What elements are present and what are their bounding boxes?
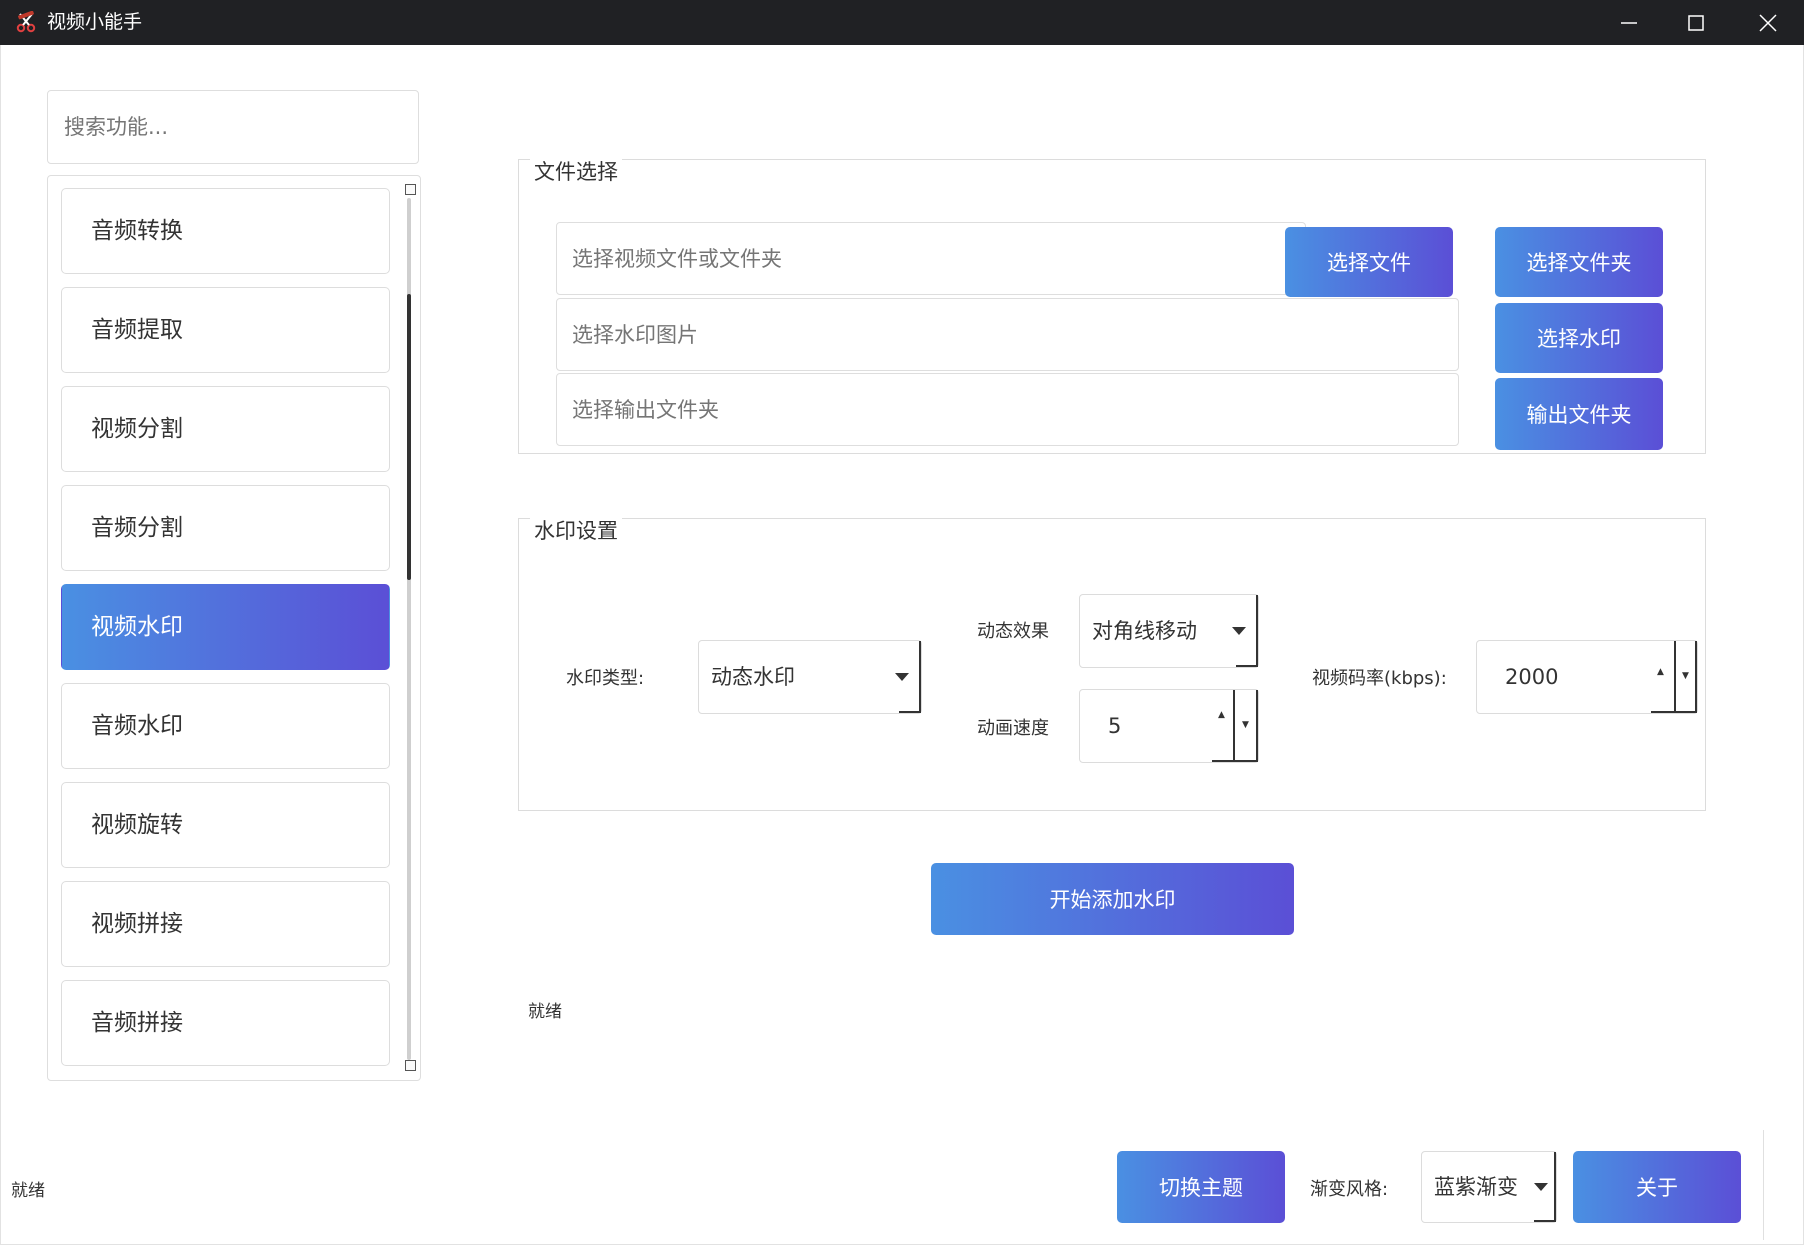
- spin-down-arrow[interactable]: ▼: [1682, 671, 1689, 681]
- maximize-icon: [1688, 15, 1704, 31]
- sidebar-item-video-rotate[interactable]: 视频旋转: [61, 782, 390, 868]
- scroll-down-arrow[interactable]: [405, 1060, 416, 1071]
- watermark-type-value: 动态水印: [711, 665, 795, 689]
- chevron-down-icon: [1232, 627, 1246, 635]
- scissors-icon: [16, 11, 36, 33]
- minimize-button[interactable]: [1594, 0, 1664, 45]
- chevron-down-icon: [895, 673, 909, 681]
- switch-theme-button[interactable]: 切换主题: [1117, 1151, 1285, 1223]
- watermark-image-field[interactable]: [556, 298, 1459, 371]
- start-watermark-button[interactable]: 开始添加水印: [931, 863, 1294, 935]
- select-folder-button[interactable]: 选择文件夹: [1495, 227, 1663, 297]
- about-button[interactable]: 关于: [1573, 1151, 1741, 1223]
- speed-label: 动画速度: [977, 718, 1049, 739]
- output-folder-button[interactable]: 输出文件夹: [1495, 378, 1663, 450]
- combo-edge: [1256, 595, 1258, 667]
- spin-edge: [1256, 690, 1258, 762]
- bitrate-label: 视频码率(kbps):: [1312, 668, 1447, 689]
- effect-select[interactable]: 对角线移动: [1079, 594, 1259, 668]
- combo-edge: [899, 711, 921, 713]
- scroll-up-arrow[interactable]: [405, 184, 416, 195]
- output-folder-field[interactable]: [556, 373, 1459, 446]
- task-status-text: 就绪: [528, 1002, 562, 1022]
- sidebar-item-audio-merge[interactable]: 音频拼接: [61, 980, 390, 1066]
- select-watermark-button[interactable]: 选择水印: [1495, 303, 1663, 373]
- spin-down-arrow[interactable]: ▼: [1242, 720, 1249, 730]
- gradient-style-label: 渐变风格:: [1310, 1179, 1389, 1200]
- sidebar-item-audio-watermark[interactable]: 音频水印: [61, 683, 390, 769]
- sidebar-item-audio-split[interactable]: 音频分割: [61, 485, 390, 571]
- spin-up-arrow[interactable]: ▲: [1657, 667, 1664, 677]
- footer-status-text: 就绪: [11, 1181, 45, 1201]
- function-list: 音频转换 音频提取 视频分割 音频分割 视频水印 音频水印 视频旋转 视频拼接 …: [47, 175, 421, 1081]
- close-icon: [1759, 14, 1777, 32]
- maximize-button[interactable]: [1661, 0, 1731, 45]
- sidebar-item-audio-convert[interactable]: 音频转换: [61, 188, 390, 274]
- search-input[interactable]: [47, 90, 419, 164]
- combo-edge: [1236, 665, 1258, 667]
- combo-edge: [919, 641, 921, 713]
- watermark-settings-title: 水印设置: [530, 518, 622, 544]
- sidebar-item-video-watermark[interactable]: 视频水印: [61, 584, 390, 670]
- sidebar-item-audio-extract[interactable]: 音频提取: [61, 287, 390, 373]
- sidebar-item-video-merge[interactable]: 视频拼接: [61, 881, 390, 967]
- footer-divider: [1763, 1130, 1764, 1240]
- title-bar: 视频小能手: [0, 0, 1804, 45]
- spin-divider: [1674, 641, 1676, 713]
- select-file-button[interactable]: 选择文件: [1285, 227, 1453, 297]
- bitrate-value: 2000: [1505, 665, 1559, 689]
- effect-value: 对角线移动: [1092, 619, 1197, 643]
- spin-edge: [1212, 760, 1258, 762]
- sidebar-item-video-split[interactable]: 视频分割: [61, 386, 390, 472]
- effect-label: 动态效果: [977, 621, 1049, 642]
- file-selection-title: 文件选择: [530, 159, 622, 185]
- combo-edge: [1554, 1152, 1556, 1222]
- combo-edge: [1534, 1220, 1556, 1222]
- spin-up-arrow[interactable]: ▲: [1218, 710, 1225, 720]
- speed-spinbox[interactable]: 5 ▲ ▼: [1079, 689, 1259, 763]
- bitrate-spinbox[interactable]: 2000 ▲ ▼: [1476, 640, 1698, 714]
- spin-edge: [1695, 641, 1697, 713]
- gradient-style-select[interactable]: 蓝紫渐变: [1421, 1151, 1557, 1223]
- watermark-type-select[interactable]: 动态水印: [698, 640, 922, 714]
- speed-value: 5: [1108, 714, 1122, 738]
- watermark-type-label: 水印类型:: [566, 668, 645, 689]
- gradient-style-value: 蓝紫渐变: [1434, 1175, 1518, 1199]
- sidebar-scrollbar[interactable]: [403, 184, 416, 1072]
- minimize-icon: [1621, 22, 1637, 24]
- close-button[interactable]: [1733, 0, 1803, 45]
- video-path-field[interactable]: [556, 222, 1306, 295]
- chevron-down-icon: [1534, 1183, 1548, 1191]
- scrollbar-thumb[interactable]: [407, 294, 411, 580]
- window-title: 视频小能手: [47, 11, 143, 33]
- spin-divider: [1233, 690, 1235, 762]
- spin-edge: [1651, 711, 1697, 713]
